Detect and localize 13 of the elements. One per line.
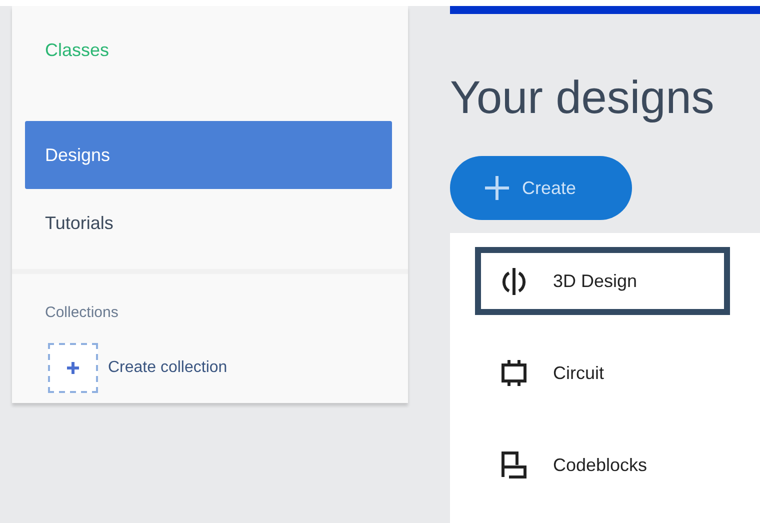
page-title: Your designs [450,70,716,125]
create-collection-link[interactable]: Create collection [108,359,228,377]
chip-icon [501,357,527,389]
menu-item[interactable]: 3D Design [475,247,730,315]
plus-icon [66,361,80,375]
section-heading: Collections [45,304,120,321]
add-collection-button[interactable] [48,343,98,393]
menu-item[interactable]: Codeblocks [475,431,730,499]
nav-item[interactable]: Designs [25,121,392,189]
nav-item[interactable]: Tutorials [25,189,392,257]
menu-item[interactable]: Circuit [475,339,730,407]
blocks-icon [501,449,527,481]
plus-icon [484,175,510,201]
